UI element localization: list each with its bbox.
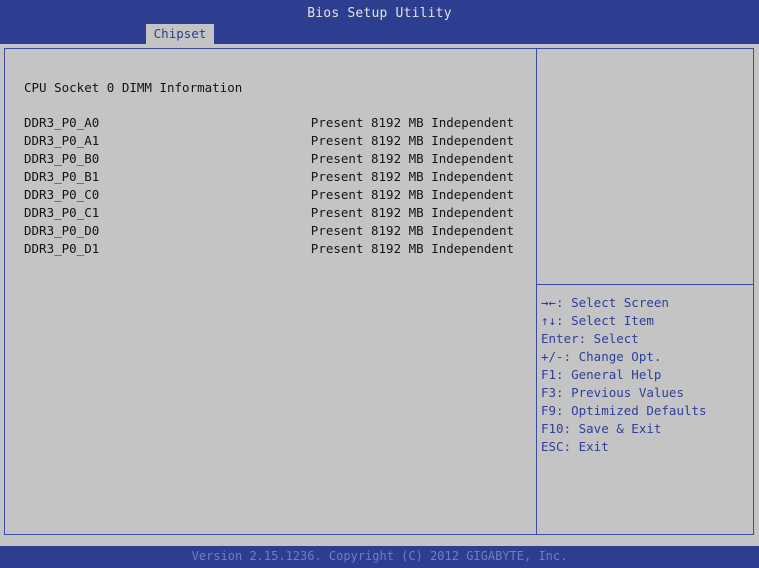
dimm-slot-label: DDR3_P0_C1 xyxy=(24,205,100,220)
dimm-slot-label: DDR3_P0_C0 xyxy=(24,187,100,202)
dimm-slot-label: DDR3_P0_D0 xyxy=(24,223,100,238)
dimm-slot-label: DDR3_P0_A0 xyxy=(24,115,100,130)
help-separator xyxy=(537,284,753,285)
dimm-row-b1: DDR3_P0_B1 Present 8192 MB Independent xyxy=(24,169,514,187)
dimm-row-a1: DDR3_P0_A1 Present 8192 MB Independent xyxy=(24,133,514,151)
dimm-row-c0: DDR3_P0_C0 Present 8192 MB Independent xyxy=(24,187,514,205)
tab-chipset[interactable]: Chipset xyxy=(146,24,214,44)
dimm-status-value: Present 8192 MB Independent xyxy=(310,187,514,202)
section-title: CPU Socket 0 DIMM Information xyxy=(24,80,243,95)
help-previous-values: F3: Previous Values xyxy=(541,385,684,400)
dimm-row-b0: DDR3_P0_B0 Present 8192 MB Independent xyxy=(24,151,514,169)
panel-divider xyxy=(536,48,537,535)
footer-copyright: Version 2.15.1236. Copyright (C) 2012 GI… xyxy=(191,549,568,563)
dimm-status-value: Present 8192 MB Independent xyxy=(310,223,514,238)
dimm-status-value: Present 8192 MB Independent xyxy=(310,151,514,166)
help-change-opt: +/-: Change Opt. xyxy=(541,349,662,364)
dimm-row-d1: DDR3_P0_D1 Present 8192 MB Independent xyxy=(24,241,514,259)
help-select-screen: →←: Select Screen xyxy=(541,295,669,310)
help-select-item: ↑↓: Select Item xyxy=(541,313,654,328)
help-esc-exit: ESC: Exit xyxy=(541,439,609,454)
help-optimized-defaults: F9: Optimized Defaults xyxy=(541,403,707,418)
help-general-help: F1: General Help xyxy=(541,367,662,382)
dimm-status-value: Present 8192 MB Independent xyxy=(310,169,514,184)
dimm-row-d0: DDR3_P0_D0 Present 8192 MB Independent xyxy=(24,223,514,241)
dimm-status-value: Present 8192 MB Independent xyxy=(310,241,514,256)
key-help-list: →←: Select Screen ↑↓: Select Item Enter:… xyxy=(541,295,751,457)
help-enter-select: Enter: Select xyxy=(541,331,639,346)
dimm-slot-label: DDR3_P0_B0 xyxy=(24,151,100,166)
dimm-status-value: Present 8192 MB Independent xyxy=(310,205,514,220)
dimm-slot-label: DDR3_P0_A1 xyxy=(24,133,100,148)
dimm-list: DDR3_P0_A0 Present 8192 MB Independent D… xyxy=(24,115,514,259)
dimm-status-value: Present 8192 MB Independent xyxy=(310,115,514,130)
dimm-status-value: Present 8192 MB Independent xyxy=(310,133,514,148)
dimm-slot-label: DDR3_P0_D1 xyxy=(24,241,100,256)
help-save-exit: F10: Save & Exit xyxy=(541,421,662,436)
bios-title: Bios Setup Utility xyxy=(307,6,452,21)
dimm-slot-label: DDR3_P0_B1 xyxy=(24,169,100,184)
dimm-row-a0: DDR3_P0_A0 Present 8192 MB Independent xyxy=(24,115,514,133)
dimm-row-c1: DDR3_P0_C1 Present 8192 MB Independent xyxy=(24,205,514,223)
bios-screen: Bios Setup Utility Chipset CPU Socket 0 … xyxy=(0,0,759,568)
